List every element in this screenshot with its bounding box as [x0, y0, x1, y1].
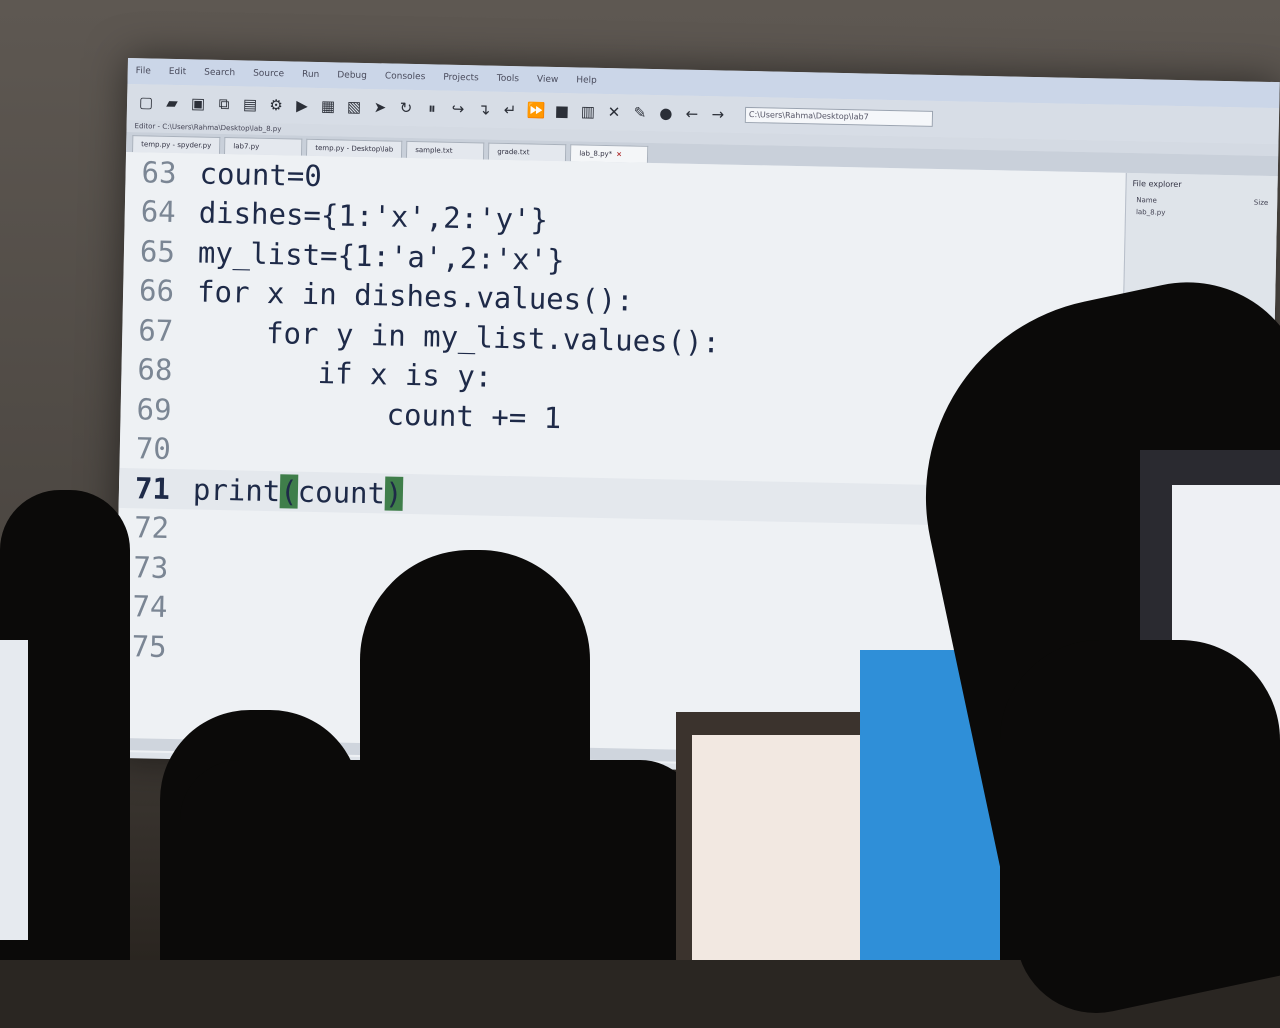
fullscreen-icon[interactable]: ✕: [605, 103, 623, 121]
back-arrow-icon[interactable]: ←: [683, 105, 701, 123]
menu-projects[interactable]: Projects: [443, 73, 479, 84]
code-text: for x in dishes.values():: [196, 274, 634, 318]
forward-arrow-icon[interactable]: →: [709, 105, 727, 123]
tab-lab7[interactable]: lab7.py: [224, 137, 303, 156]
code-text: count=0: [199, 156, 323, 193]
rerun-icon[interactable]: ↻: [397, 99, 415, 117]
run-cell-icon[interactable]: ▦: [319, 97, 337, 115]
column-name[interactable]: Name: [1136, 196, 1157, 204]
run-icon[interactable]: ▶: [293, 96, 311, 115]
bracket-match-open: (: [279, 474, 299, 509]
code-text: my_list={1:'a',2:'x'}: [197, 235, 565, 277]
menu-search[interactable]: Search: [204, 68, 235, 79]
tab-label: temp.py - spyder.py: [141, 140, 212, 150]
close-tab-icon[interactable]: ×: [616, 150, 622, 158]
save-all-icon[interactable]: ⧉: [215, 95, 233, 113]
tab-temp-desktop[interactable]: temp.py - Desktop\lab: [306, 138, 403, 158]
explorer-file-item[interactable]: lab_8.py: [1126, 206, 1278, 221]
menu-consoles[interactable]: Consoles: [385, 71, 426, 82]
bracket-match-close: ): [384, 476, 403, 511]
code-text: dishes={1:'x',2:'y'}: [198, 195, 549, 238]
open-icon[interactable]: ▰: [163, 94, 181, 112]
stop-icon[interactable]: ■: [553, 102, 571, 120]
working-directory-field[interactable]: C:\Users\Rahma\Desktop\lab7: [744, 106, 934, 127]
menu-tools[interactable]: Tools: [497, 74, 519, 84]
laptop-screen-left: [0, 640, 28, 940]
line-number: 68: [137, 352, 173, 388]
line-number: 69: [136, 392, 172, 427]
column-size[interactable]: Size: [1254, 199, 1269, 207]
tab-label: lab7.py: [233, 142, 260, 151]
line-number: 70: [135, 431, 172, 467]
menu-view[interactable]: View: [537, 75, 559, 85]
code-text: if x is y:: [195, 353, 493, 394]
settings-icon[interactable]: ⚙: [267, 96, 285, 114]
audience-silhouette-shoulders: [180, 760, 700, 960]
tab-sample[interactable]: sample.txt: [406, 140, 485, 160]
debug-icon[interactable]: ⏸: [423, 99, 441, 117]
line-number: 71: [134, 470, 171, 506]
tab-temp-spyder[interactable]: temp.py - spyder.py: [132, 135, 221, 154]
tab-lab8[interactable]: lab_8.py* ×: [570, 144, 649, 163]
wrench-icon[interactable]: ✎: [631, 104, 649, 122]
tab-label: temp.py - Desktop\lab: [315, 143, 394, 154]
line-number: 63: [141, 155, 177, 190]
maximize-icon[interactable]: ▥: [579, 102, 597, 120]
tab-grade[interactable]: grade.txt: [488, 142, 567, 162]
run-selection-icon[interactable]: ➤: [371, 98, 389, 116]
new-file-icon[interactable]: ▢: [137, 93, 155, 111]
menu-help[interactable]: Help: [576, 75, 597, 85]
step-into-icon[interactable]: ↴: [475, 100, 493, 118]
line-number: 64: [140, 194, 177, 230]
run-cell-advance-icon[interactable]: ▧: [345, 98, 363, 116]
continue-icon[interactable]: ⏩: [526, 101, 545, 119]
tab-label: lab_8.py*: [579, 149, 613, 159]
tab-label: sample.txt: [415, 146, 453, 155]
menu-edit[interactable]: Edit: [169, 67, 187, 77]
monitor-center-right-screen: [692, 735, 860, 960]
code-text-arg: count: [297, 474, 386, 511]
step-return-icon[interactable]: ↵: [501, 101, 519, 119]
code-text: count += 1: [194, 393, 562, 435]
python-icon[interactable]: ●: [657, 104, 675, 122]
menu-debug[interactable]: Debug: [337, 70, 367, 81]
save-icon[interactable]: ▣: [189, 94, 207, 112]
menu-source[interactable]: Source: [253, 69, 284, 80]
tab-label: grade.txt: [497, 147, 530, 157]
code-text-print: print: [192, 472, 281, 509]
audience-silhouette-right: [1000, 640, 1280, 960]
line-number: 66: [138, 273, 175, 309]
line-number: 65: [139, 234, 176, 269]
step-icon[interactable]: ↪: [449, 100, 467, 118]
menu-file[interactable]: File: [136, 66, 151, 76]
print-icon[interactable]: ▤: [241, 95, 259, 113]
menu-run[interactable]: Run: [302, 70, 319, 80]
line-number: 67: [137, 313, 174, 348]
